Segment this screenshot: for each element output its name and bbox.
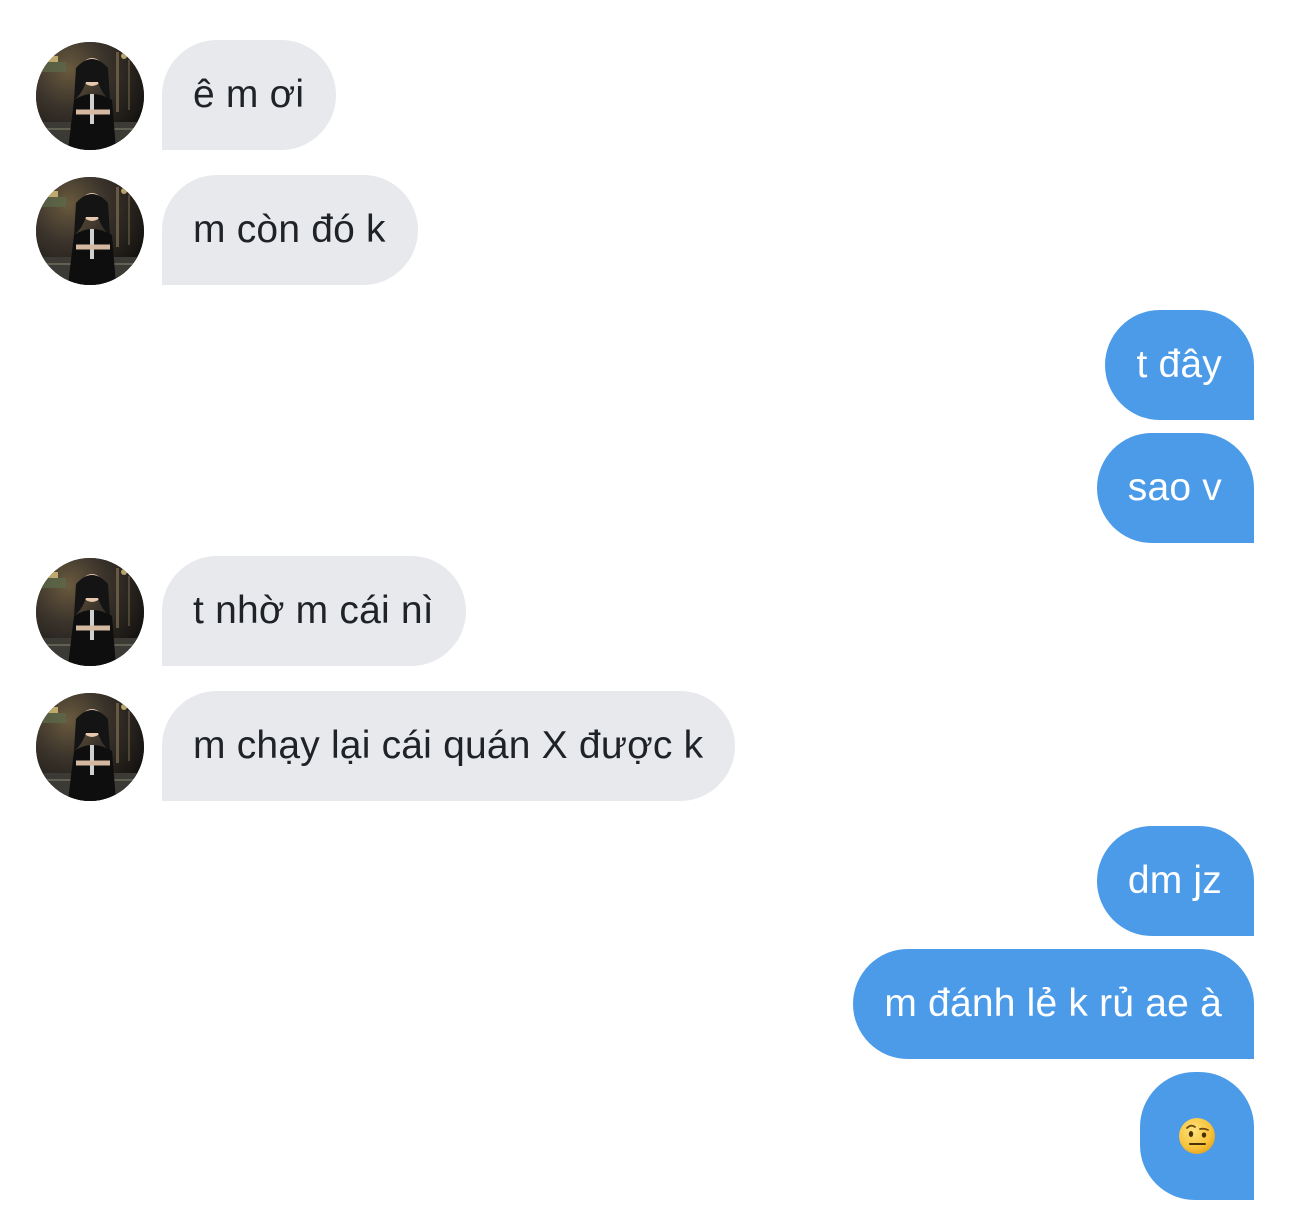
message-text: ê m ơi xyxy=(193,73,305,116)
incoming-message[interactable]: t nhờ m cái nì xyxy=(162,556,466,666)
contact-avatar[interactable] xyxy=(36,693,144,801)
incoming-message[interactable]: m còn đó k xyxy=(162,175,418,285)
avatar-image xyxy=(36,177,144,285)
outgoing-message[interactable]: sao v xyxy=(1096,433,1254,543)
contact-avatar[interactable] xyxy=(36,177,144,285)
outgoing-message[interactable]: dm jz xyxy=(1096,826,1254,936)
incoming-message[interactable]: ê m ơi xyxy=(162,40,337,150)
message-text: m chạy lại cái quán X được k xyxy=(193,724,704,767)
contact-avatar[interactable] xyxy=(36,42,144,150)
message-text: m đánh lẻ k rủ ae à xyxy=(884,982,1222,1025)
outgoing-message[interactable]: t đây xyxy=(1105,310,1254,420)
incoming-message[interactable]: m chạy lại cái quán X được k xyxy=(162,691,736,801)
contact-avatar[interactable] xyxy=(36,558,144,666)
message-text: t nhờ m cái nì xyxy=(193,589,434,632)
avatar-image xyxy=(36,693,144,801)
face-with-raised-eyebrow-icon xyxy=(1179,1118,1215,1154)
avatar-image xyxy=(36,558,144,666)
avatar-image xyxy=(36,42,144,150)
message-text: sao v xyxy=(1127,466,1222,509)
message-text: t đây xyxy=(1136,343,1222,386)
message-text: dm jz xyxy=(1127,859,1222,902)
outgoing-message[interactable]: m đánh lẻ k rủ ae à xyxy=(853,949,1254,1059)
message-text: m còn đó k xyxy=(193,208,386,251)
outgoing-emoji-message[interactable] xyxy=(1140,1072,1254,1200)
